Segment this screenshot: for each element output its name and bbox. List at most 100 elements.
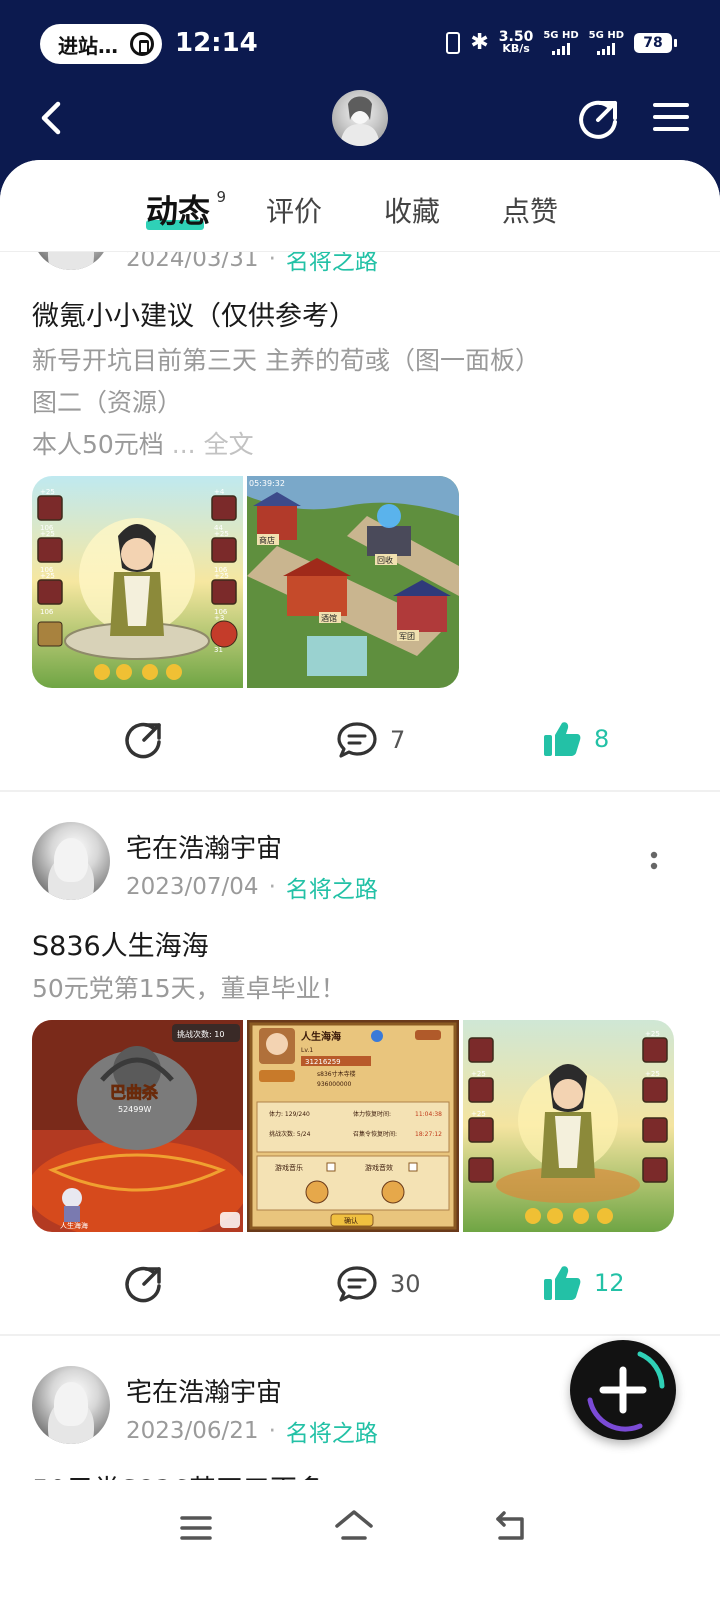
header-avatar[interactable]: [332, 90, 388, 146]
bluetooth-icon: ✱: [470, 30, 489, 55]
like-action[interactable]: 8: [542, 720, 609, 758]
summon-timer-label: 召集令恢复时间:: [353, 1130, 397, 1138]
panel-label: 106: [40, 608, 54, 616]
share-action[interactable]: [124, 720, 164, 760]
back-arrow-icon[interactable]: [32, 98, 72, 138]
tab-likes[interactable]: 点赞: [502, 190, 558, 230]
panel-label: +25: [40, 488, 55, 496]
signal-bars-icon: [589, 42, 624, 55]
map-label: 回收: [377, 555, 393, 565]
share-icon: [125, 1266, 161, 1303]
share-action[interactable]: [124, 1264, 164, 1304]
tab-label: 动态: [146, 192, 211, 230]
profile-server: s836寸木寺楼: [317, 1070, 356, 1078]
comment-count: 7: [390, 726, 406, 754]
post-image[interactable]: 人生海海 Lv.1 31216259 s836寸木寺楼 936000000 体力…: [247, 1020, 459, 1232]
share-icon[interactable]: [578, 98, 620, 140]
stamina-timer: 11:04:38: [415, 1111, 442, 1118]
battle-counter: 挑战次数: 10: [177, 1029, 224, 1039]
expand-full-text-link[interactable]: 全文: [204, 430, 254, 459]
panel-label: +25: [471, 1070, 486, 1078]
nav-back-icon[interactable]: [494, 1510, 528, 1542]
post-image[interactable]: +25 106 +25 106 +25 106 +4 44 +25 106 +2…: [32, 476, 243, 688]
like-action[interactable]: 12: [542, 1264, 625, 1302]
tab-badge: 9: [216, 188, 227, 206]
comment-count: 30: [390, 1270, 421, 1298]
more-vertical-icon[interactable]: [650, 850, 658, 876]
post-date: 2023/07/04: [126, 874, 259, 900]
profile-level: Lv.1: [301, 1047, 313, 1054]
signal-bars-icon: [543, 42, 578, 55]
create-post-button[interactable]: [570, 1340, 676, 1440]
status-bar: 进站… 12:14 ✱ 3.50 KB/s 5G HD 5G HD 78: [0, 0, 720, 88]
author-name[interactable]: 宅在浩瀚宇宙: [126, 828, 282, 865]
comment-action[interactable]: 30: [336, 1264, 421, 1304]
sim2-label: 5G HD: [588, 29, 624, 41]
post-image[interactable]: 挑战次数: 10 巴曲杀 52499W 人生海海: [32, 1020, 243, 1232]
post-image[interactable]: +25 +25 +25 +25: [463, 1020, 674, 1232]
profile-id: 936000000: [317, 1081, 352, 1088]
panel-label: +25: [645, 1070, 660, 1078]
tab-reviews[interactable]: 评价: [266, 190, 322, 230]
post-body[interactable]: 50元党第15天，董卓毕业！: [32, 968, 692, 1010]
menu-icon[interactable]: [652, 100, 690, 134]
thumbs-up-icon: [544, 1266, 581, 1300]
panel-label: +25: [40, 572, 55, 580]
system-navigation-bar: [0, 1480, 720, 1600]
app-header: [0, 88, 720, 160]
post-body-line: 图二（资源）: [32, 388, 183, 417]
panel-label: +4: [214, 488, 225, 496]
avatar-portrait-icon: [340, 96, 380, 146]
comment-icon: [337, 1266, 377, 1302]
battery-icon: 78: [634, 32, 677, 53]
summon-timer: 18:27:12: [415, 1131, 442, 1138]
tab-favorites[interactable]: 收藏: [384, 190, 440, 230]
system-icons: ✱ 3.50 KB/s 5G HD 5G HD 78: [446, 29, 677, 55]
post-date: 2023/06/21: [126, 1418, 259, 1444]
transit-notification-pill[interactable]: 进站…: [40, 24, 162, 64]
stamina-timer-label: 体力恢复时间:: [353, 1110, 391, 1118]
author-avatar[interactable]: [32, 1366, 110, 1444]
map-label: 商店: [259, 535, 275, 545]
profile-name: 人生海海: [301, 1030, 341, 1043]
post-body-line-text: 本人50元档: [32, 430, 164, 459]
post-meta: 2023/06/21 · 名将之路: [126, 1414, 378, 1448]
sfx-label: 游戏音效: [365, 1163, 393, 1172]
tab-bar: 动态 9 评价 收藏 点赞: [0, 160, 720, 252]
sim1-label: 5G HD: [543, 29, 579, 41]
tab-activity[interactable]: 动态 9: [146, 186, 226, 232]
sim2-signal: 5G HD: [588, 29, 624, 55]
post-title[interactable]: 微氪小小建议（仅供参考）: [32, 294, 356, 333]
like-count: 8: [594, 725, 610, 753]
ellipsis-text: ...: [171, 430, 196, 459]
thumbs-up-icon: [544, 722, 581, 756]
map-label: 酒馆: [321, 613, 337, 623]
hero-panel-image: +25 106 +25 106 +25 106 +4 44 +25 106 +2…: [32, 476, 243, 688]
nav-home-icon[interactable]: [334, 1508, 374, 1542]
challenge-label: 挑战次数: 5/24: [269, 1130, 311, 1138]
share-icon: [125, 722, 161, 759]
nav-menu-icon[interactable]: [180, 1514, 212, 1542]
stamina-label: 体力: 129/240: [269, 1110, 310, 1118]
comment-action[interactable]: 7: [336, 720, 405, 760]
network-speed: 3.50 KB/s: [499, 30, 534, 54]
post-topic-tag[interactable]: 名将之路: [286, 870, 378, 904]
post-body-line: 新号开坑目前第三天 主养的荀彧（图一面板）: [32, 346, 540, 375]
vibrate-icon: [446, 31, 461, 54]
post-divider: [0, 790, 720, 792]
post-topic-tag[interactable]: 名将之路: [286, 1414, 378, 1448]
plus-icon: [587, 1351, 665, 1432]
author-name[interactable]: 宅在浩瀚宇宙: [126, 1372, 282, 1409]
transit-notification-text: 进站…: [58, 33, 118, 58]
post-image[interactable]: 商店 回收 酒馆 军团 05:39:32: [247, 476, 459, 688]
panel-label: +25: [645, 1030, 660, 1038]
panel-label: +25: [214, 530, 229, 538]
author-avatar[interactable]: [32, 822, 110, 900]
post-title[interactable]: S836人生海海: [32, 924, 209, 963]
player-name: 人生海海: [60, 1221, 88, 1230]
post-divider: [0, 1334, 720, 1336]
panel-label: +25: [40, 530, 55, 538]
map-label: 军团: [399, 632, 415, 641]
meta-separator: ·: [268, 1418, 276, 1444]
post-body[interactable]: 新号开坑目前第三天 主养的荀彧（图一面板） 图二（资源） 本人50元档 ... …: [32, 340, 692, 466]
